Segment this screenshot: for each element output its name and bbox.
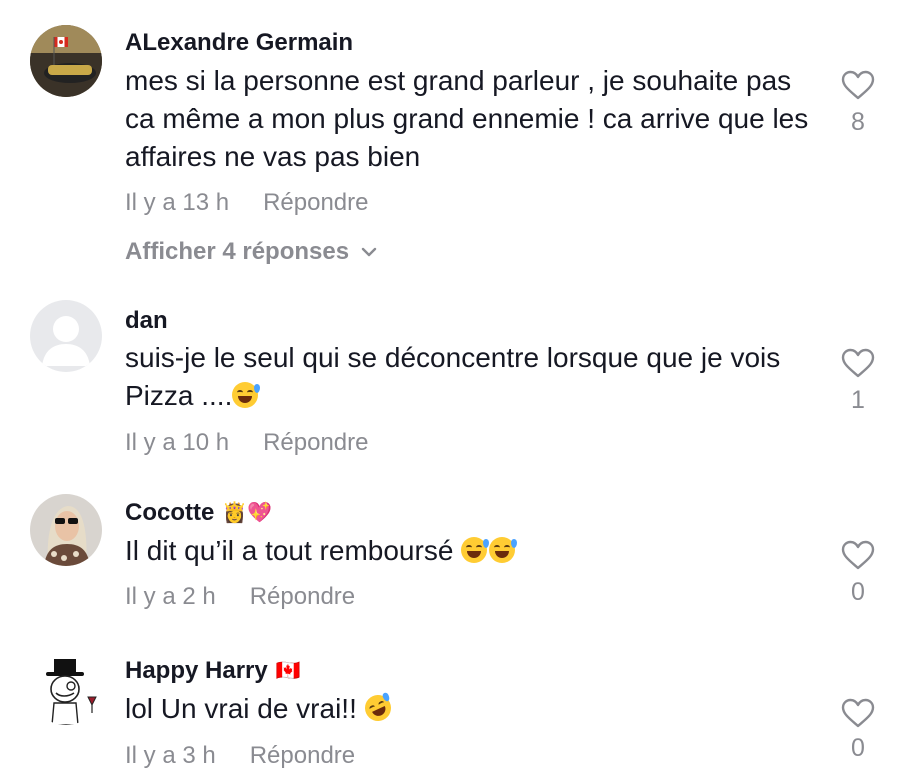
heart-icon [841,540,875,570]
view-replies-label: Afficher 4 réponses [125,238,350,265]
sweat-smile-emoji-icon [461,537,490,563]
username[interactable]: Cocotte 👸💖 [125,499,272,527]
avatar[interactable] [30,653,102,725]
reply-button[interactable]: Répondre [263,189,368,216]
like-count: 8 [851,108,865,136]
sweat-smile-emoji-icon [489,537,518,563]
like-count: 0 [851,734,865,762]
heart-icon [841,348,875,378]
comment-meta: Il y a 2 h Répondre [125,583,355,611]
rofl-emoji-icon [360,690,395,726]
comment-text-body: Il dit qu’il a tout remboursé [125,535,454,566]
timestamp: Il y a 2 h [125,583,216,610]
timestamp: Il y a 13 h [125,189,230,216]
reply-button[interactable]: Répondre [263,429,368,456]
heart-icon [841,70,875,100]
timestamp: Il y a 10 h [125,429,230,456]
comment-text-body: suis-je le seul qui se déconcentre lorsq… [125,342,781,411]
like-button[interactable]: 8 [830,70,886,136]
reply-button[interactable]: Répondre [250,742,355,769]
avatar[interactable] [30,300,102,372]
comment-text: Il dit qu’il a tout remboursé [125,532,815,570]
username-label: Happy Harry [125,657,268,684]
comment-meta: Il y a 3 h Répondre [125,742,355,770]
like-button[interactable]: 0 [830,698,886,762]
view-replies-button[interactable]: Afficher 4 réponses [125,236,377,266]
username[interactable]: ALexandre Germain [125,29,353,57]
comment-meta: Il y a 10 h Répondre [125,429,368,457]
comment-text: suis-je le seul qui se déconcentre lorsq… [125,339,815,415]
like-button[interactable]: 0 [830,540,886,606]
comment-meta: Il y a 13 h Répondre [125,189,368,217]
avatar[interactable] [30,494,102,566]
heart-icon [841,698,875,728]
like-count: 0 [851,578,865,606]
like-count: 1 [851,386,865,414]
username-label: Cocotte [125,499,215,526]
username[interactable]: Happy Harry 🇨🇦 [125,657,301,685]
canada-flag-badge: 🇨🇦 [275,660,301,682]
like-button[interactable]: 1 [830,348,886,414]
username[interactable]: dan [125,307,168,335]
comment-text-body: lol Un vrai de vrai!! [125,693,357,724]
comment-text: mes si la personne est grand parleur , j… [125,65,809,172]
comment-text: lol Un vrai de vrai!! [125,690,815,728]
username-emoji-badge: 👸💖 [222,502,273,524]
timestamp: Il y a 3 h [125,742,216,769]
chevron-down-icon [361,236,377,264]
laughing-emoji-icon [232,382,261,408]
avatar[interactable] [30,25,102,97]
reply-button[interactable]: Répondre [250,583,355,610]
